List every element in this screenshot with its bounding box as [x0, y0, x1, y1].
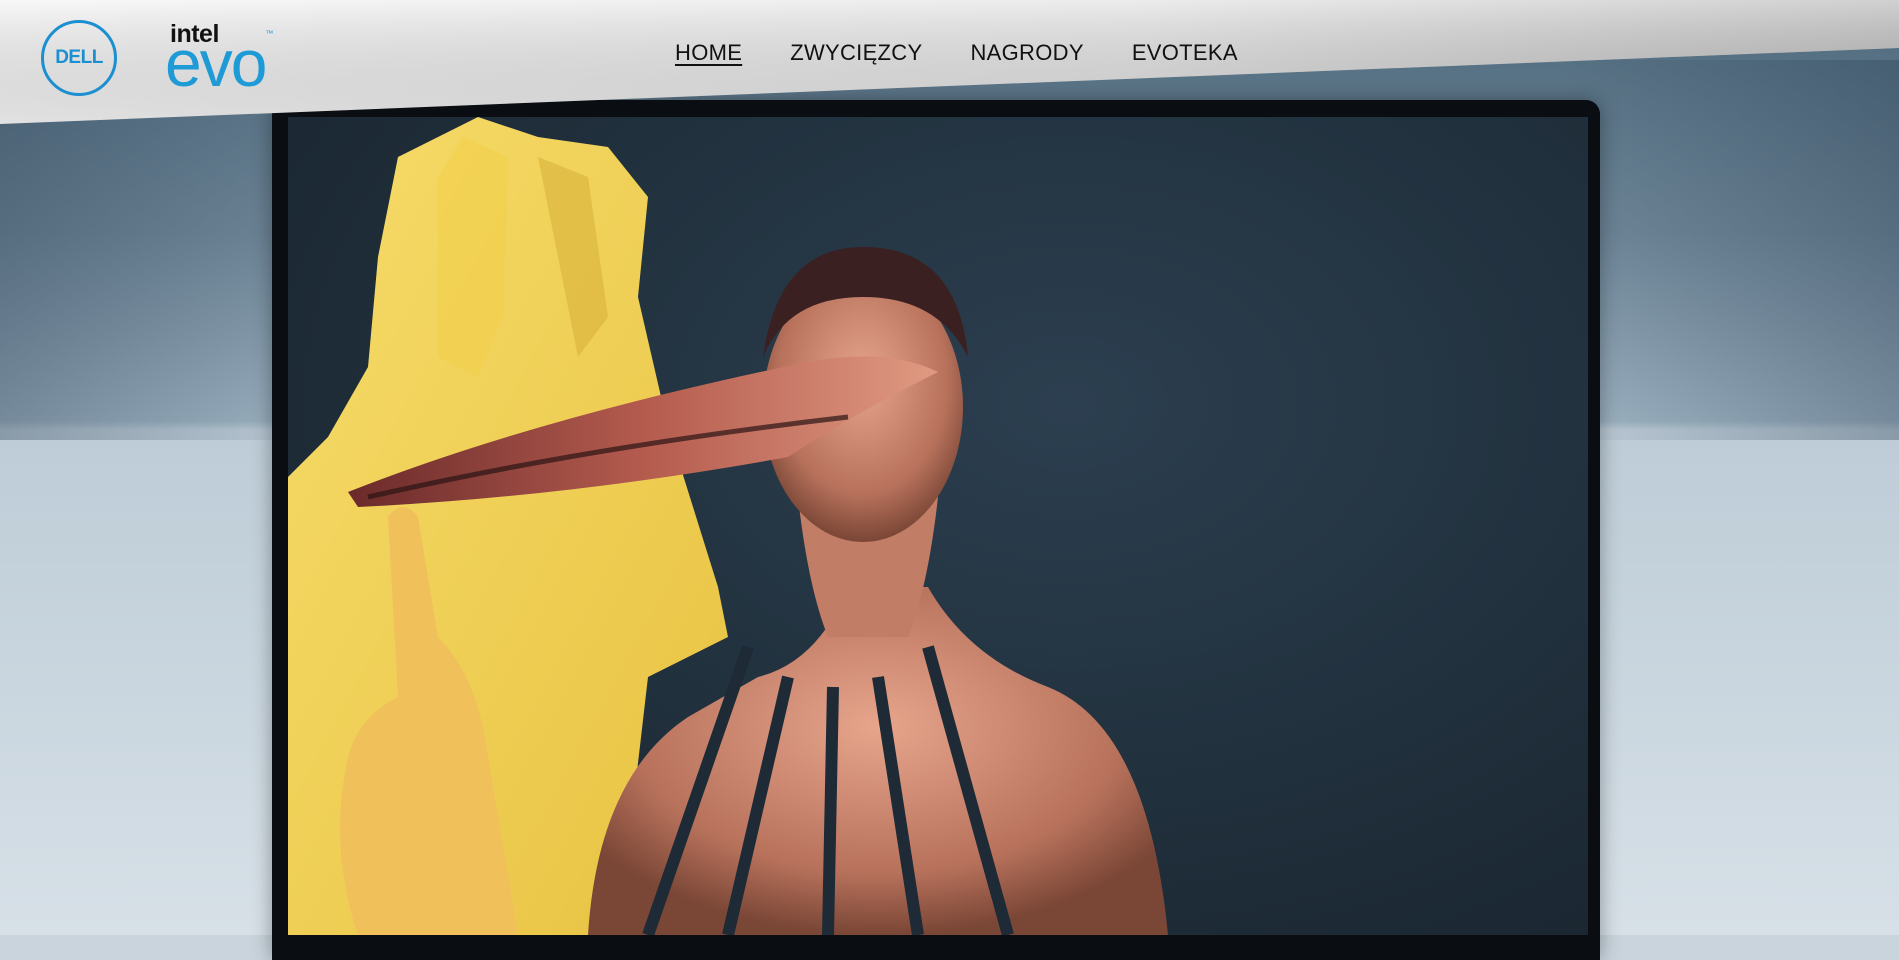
evo-logo[interactable]: evo™ [165, 29, 273, 97]
dell-logo[interactable]: DELL [41, 20, 117, 96]
evo-logo-text: evo [165, 26, 267, 100]
main-navigation: HOME ZWYCIĘZCY NAGRODY EVOTEKA [675, 40, 1238, 66]
nav-item-evoteka[interactable]: EVOTEKA [1132, 40, 1238, 66]
nav-item-nagrody[interactable]: NAGRODY [970, 40, 1083, 66]
dell-logo-text: DELL [55, 47, 103, 68]
hero-video-frame [288, 117, 1168, 935]
hero-video[interactable] [288, 117, 1588, 935]
evo-trademark: ™ [265, 29, 273, 38]
nav-item-home[interactable]: HOME [675, 40, 742, 66]
nav-item-zwyciezcy[interactable]: ZWYCIĘZCY [790, 40, 922, 66]
